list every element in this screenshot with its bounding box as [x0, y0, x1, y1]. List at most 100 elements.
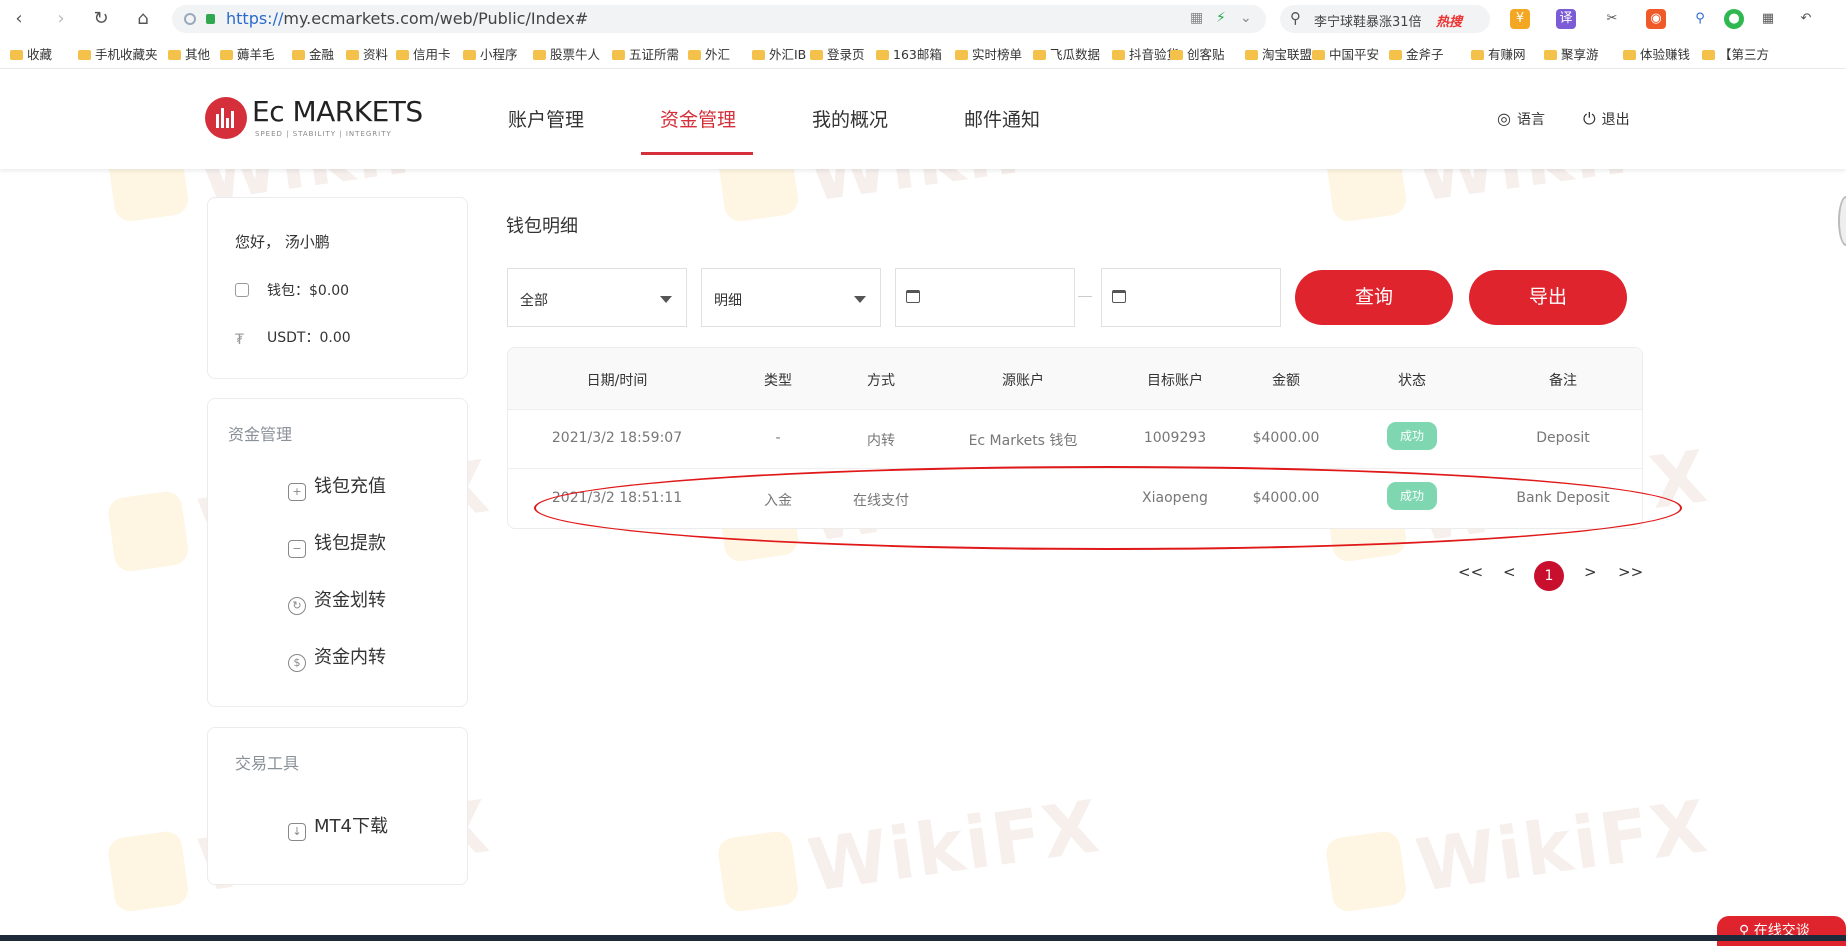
bookmark-item[interactable]: 飞瓜数据	[1033, 44, 1100, 63]
language-link[interactable]: ◎ 语言	[1497, 109, 1545, 129]
search-tool-icon[interactable]: ⚲	[1690, 9, 1710, 29]
folder-icon	[1312, 50, 1325, 60]
bookmark-item[interactable]: 信用卡	[396, 44, 451, 63]
type-select[interactable]: 全部	[507, 268, 687, 327]
menu-internal-transfer[interactable]: $ 资金内转	[288, 643, 386, 672]
bookmark-item[interactable]: 手机收藏夹	[78, 44, 158, 63]
scissors-icon[interactable]: ✂	[1602, 9, 1622, 29]
watermark-text: WikiFX	[803, 783, 1106, 908]
language-label: 语言	[1516, 112, 1545, 128]
back-icon[interactable]: ‹	[8, 8, 30, 30]
nav-account-management[interactable]: 账户管理	[508, 105, 584, 132]
logout-link[interactable]: ⏻ 退出	[1583, 109, 1630, 129]
bookmark-label: 外汇	[705, 47, 731, 62]
bookmark-item[interactable]: 创客贴	[1170, 44, 1225, 63]
start-date-input[interactable]	[895, 268, 1075, 327]
cell-datetime: 2021/3/2 18:59:07	[551, 430, 683, 446]
bookmark-item[interactable]: 中国平安	[1312, 44, 1379, 63]
cell-amount: $4000.00	[1252, 430, 1320, 446]
dropdown-icon[interactable]: ⌄	[1240, 10, 1252, 26]
bookmark-item[interactable]: 163邮箱	[876, 44, 942, 63]
bookmark-item[interactable]: 实时榜单	[955, 44, 1022, 63]
site-header: Ec MARKETS SPEED | STABILITY | INTEGRITY…	[0, 69, 1846, 169]
speed-icon[interactable]: ⚡	[1216, 10, 1226, 26]
folder-icon	[1389, 50, 1402, 60]
wallet-icon	[235, 283, 249, 297]
pager-next[interactable]: >	[1584, 563, 1597, 581]
side-float-button[interactable]	[1838, 196, 1846, 246]
bookmark-item[interactable]: 聚享游	[1544, 44, 1599, 63]
menu-wallet-withdraw[interactable]: − 钱包提款	[288, 529, 386, 558]
menu-wallet-deposit[interactable]: + 钱包充值	[288, 472, 386, 501]
bookmark-item[interactable]: 收藏	[10, 44, 52, 63]
bookmark-item[interactable]: 淘宝联盟	[1245, 44, 1312, 63]
online-chat-button[interactable]: ⚲ 在线交谈	[1717, 916, 1846, 946]
type-select-value: 全部	[520, 293, 548, 309]
bookmark-label: 金融	[309, 47, 335, 62]
bookmark-item[interactable]: 资料	[346, 44, 388, 63]
url-scheme: https://	[226, 9, 284, 28]
pager-prev[interactable]: <	[1503, 563, 1516, 581]
bookmark-label: 外汇IB	[769, 47, 807, 62]
mode-select[interactable]: 明细	[701, 268, 881, 327]
bookmark-item[interactable]: 小程序	[463, 44, 518, 63]
url-host: my.ecmarkets.com	[283, 9, 435, 28]
bookmark-item[interactable]: 抖音验货	[1112, 44, 1179, 63]
qr-icon[interactable]: ▦	[1190, 10, 1203, 26]
menu-mt4-download-label: MT4下载	[314, 816, 388, 837]
bookmark-item[interactable]: 金斧子	[1389, 44, 1444, 63]
transfer-icon: ↻	[288, 597, 306, 615]
nav-mail-notification[interactable]: 邮件通知	[964, 105, 1040, 132]
bookmark-item[interactable]: 外汇IB	[752, 44, 806, 63]
bookmark-item[interactable]: 五证所需	[612, 44, 679, 63]
bookmark-label: 有赚网	[1488, 47, 1526, 62]
col-note: 备注	[1549, 373, 1577, 389]
menu-mt4-download[interactable]: ↓ MT4下载	[288, 812, 388, 841]
pager-last[interactable]: >>	[1618, 563, 1643, 581]
reload-icon[interactable]: ↻	[90, 8, 112, 30]
wechat-icon[interactable]: ●	[1724, 9, 1744, 29]
browser-search[interactable]: ⚲ 李宁球鞋暴涨31倍 热搜	[1280, 5, 1490, 33]
bookmark-item[interactable]: 登录页	[810, 44, 865, 63]
col-method: 方式	[867, 373, 895, 389]
bookmark-item[interactable]: 体验赚钱	[1623, 44, 1690, 63]
forward-icon[interactable]: ›	[50, 8, 72, 30]
undo-icon[interactable]: ↶	[1796, 9, 1816, 29]
game-icon[interactable]: ◉	[1646, 9, 1666, 29]
nav-my-overview[interactable]: 我的概况	[812, 105, 888, 132]
bookmark-item[interactable]: 有赚网	[1471, 44, 1526, 63]
pager-first[interactable]: <<	[1458, 563, 1483, 581]
export-button[interactable]: 导出	[1469, 270, 1627, 325]
end-date-input[interactable]	[1101, 268, 1281, 327]
usdt-balance-text: USDT：0.00	[267, 330, 351, 346]
bookmark-item[interactable]: 其他	[168, 44, 210, 63]
nav-funds-management[interactable]: 资金管理	[660, 105, 736, 132]
bookmark-item[interactable]: 股票牛人	[533, 44, 600, 63]
translate-icon[interactable]: 译	[1556, 9, 1576, 29]
extension-icon[interactable]: ¥	[1510, 9, 1530, 29]
query-button[interactable]: 查询	[1295, 270, 1453, 325]
chevron-down-icon	[854, 296, 866, 303]
bookmark-item[interactable]: 金融	[292, 44, 334, 63]
folder-icon	[1033, 50, 1046, 60]
menu-funds-transfer[interactable]: ↻ 资金划转	[288, 586, 386, 615]
watermark-logo-icon	[716, 829, 801, 914]
col-status: 状态	[1398, 373, 1426, 389]
bookmark-item[interactable]: 薅羊毛	[220, 44, 275, 63]
folder-icon	[955, 50, 968, 60]
address-bar[interactable]: https://my.ecmarkets.com/web/Public/Inde…	[172, 5, 1266, 33]
folder-icon	[168, 50, 181, 60]
site-info-icon[interactable]	[184, 13, 196, 25]
chevron-down-icon	[660, 296, 672, 303]
bookmark-item[interactable]: 外汇	[688, 44, 730, 63]
watermark-text: WikiFX	[1411, 783, 1714, 908]
apps-grid-icon[interactable]: ▦	[1758, 9, 1778, 29]
bookmark-item[interactable]: 【第三方	[1702, 44, 1769, 63]
home-icon[interactable]: ⌂	[132, 8, 154, 30]
wallet-balance-text: 钱包：$0.00	[267, 283, 350, 299]
folder-icon	[1544, 50, 1557, 60]
col-source: 源账户	[1002, 373, 1044, 389]
pager-current-page[interactable]: 1	[1534, 561, 1564, 591]
calendar-icon	[906, 290, 920, 303]
date-range-separator	[1078, 296, 1092, 297]
